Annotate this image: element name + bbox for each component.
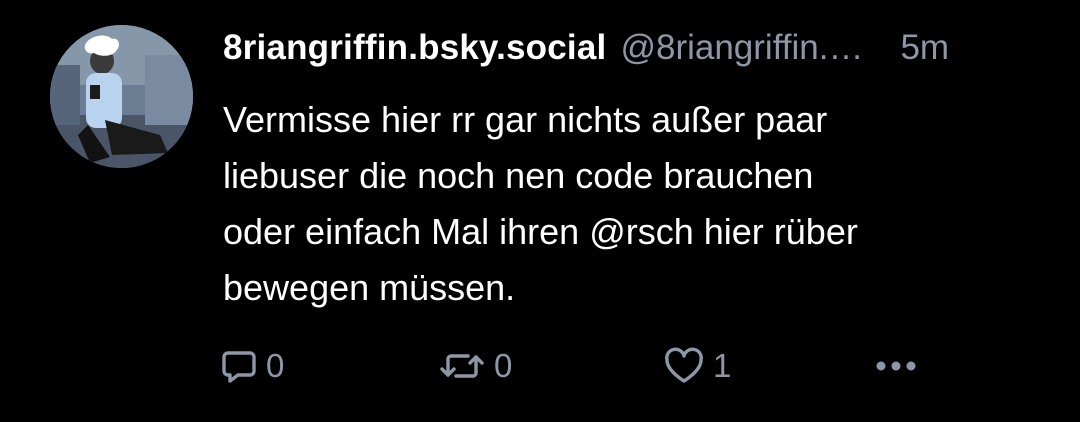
like-count: 1 (713, 347, 732, 384)
reply-button[interactable]: 0 (220, 343, 284, 389)
heart-icon (663, 347, 705, 385)
post-text: Vermisse hier rr gar nichts außer paar l… (223, 99, 858, 308)
avatar-image (50, 25, 193, 168)
repost-count: 0 (494, 347, 513, 384)
reply-count: 0 (266, 347, 285, 384)
author-handle[interactable]: @8riangriffin.bsky.social (620, 28, 878, 68)
more-dots-icon (873, 356, 919, 376)
repost-icon (438, 347, 486, 385)
post-header: 8riangriffin.bsky.social @8riangriffin.b… (223, 28, 1053, 78)
post-card[interactable]: 8riangriffin.bsky.social @8riangriffin.b… (0, 0, 1080, 422)
more-options-button[interactable] (873, 343, 919, 389)
post-timestamp[interactable]: 5m (900, 28, 949, 68)
comment-icon (220, 347, 258, 385)
like-button[interactable]: 1 (663, 343, 731, 389)
avatar[interactable] (50, 25, 193, 168)
repost-button[interactable]: 0 (438, 343, 512, 389)
author-display-name[interactable]: 8riangriffin.bsky.social (223, 28, 606, 68)
post-actions: 0 0 1 (220, 343, 920, 389)
